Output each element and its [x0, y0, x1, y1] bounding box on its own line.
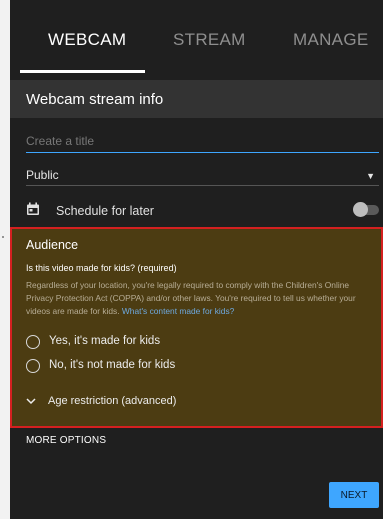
stray-dot [2, 236, 4, 238]
more-options-button[interactable]: MORE OPTIONS [26, 435, 106, 446]
tab-bar: WEBCAM STREAM MANAGE [10, 0, 383, 74]
title-input[interactable] [26, 130, 379, 153]
toggle-knob [353, 202, 368, 217]
chevron-down-icon [26, 398, 36, 405]
tab-stream[interactable]: STREAM [173, 30, 246, 50]
schedule-toggle[interactable] [353, 202, 379, 217]
dropdown-caret-icon: ▼ [366, 171, 375, 181]
webcam-stream-panel: WEBCAM STREAM MANAGE Webcam stream info … [10, 0, 383, 519]
privacy-value: Public [26, 168, 59, 182]
section-header: Webcam stream info [10, 80, 383, 118]
made-for-kids-question: Is this video made for kids? (required) [26, 263, 177, 273]
next-button[interactable]: NEXT [329, 482, 379, 508]
tab-webcam[interactable]: WEBCAM [48, 30, 126, 50]
coppa-description: Regardless of your location, you're lega… [26, 279, 376, 318]
age-restriction-label: Age restriction (advanced) [48, 395, 177, 407]
radio-label-no: No, it's not made for kids [49, 359, 176, 371]
radio-circle [26, 335, 40, 349]
privacy-dropdown[interactable]: Public ▼ [26, 165, 379, 186]
page-title: Webcam stream info [26, 91, 164, 108]
tab-manage[interactable]: MANAGE [293, 30, 368, 50]
schedule-label: Schedule for later [56, 204, 154, 218]
audience-title: Audience [26, 238, 79, 252]
audience-section: Audience Is this video made for kids? (r… [10, 227, 383, 428]
schedule-row: Schedule for later [26, 202, 383, 222]
radio-circle [26, 359, 40, 373]
radio-label-yes: Yes, it's made for kids [49, 335, 161, 347]
made-for-kids-link[interactable]: What's content made for kids? [122, 306, 234, 316]
calendar-icon [27, 202, 39, 215]
active-tab-indicator [20, 70, 145, 73]
